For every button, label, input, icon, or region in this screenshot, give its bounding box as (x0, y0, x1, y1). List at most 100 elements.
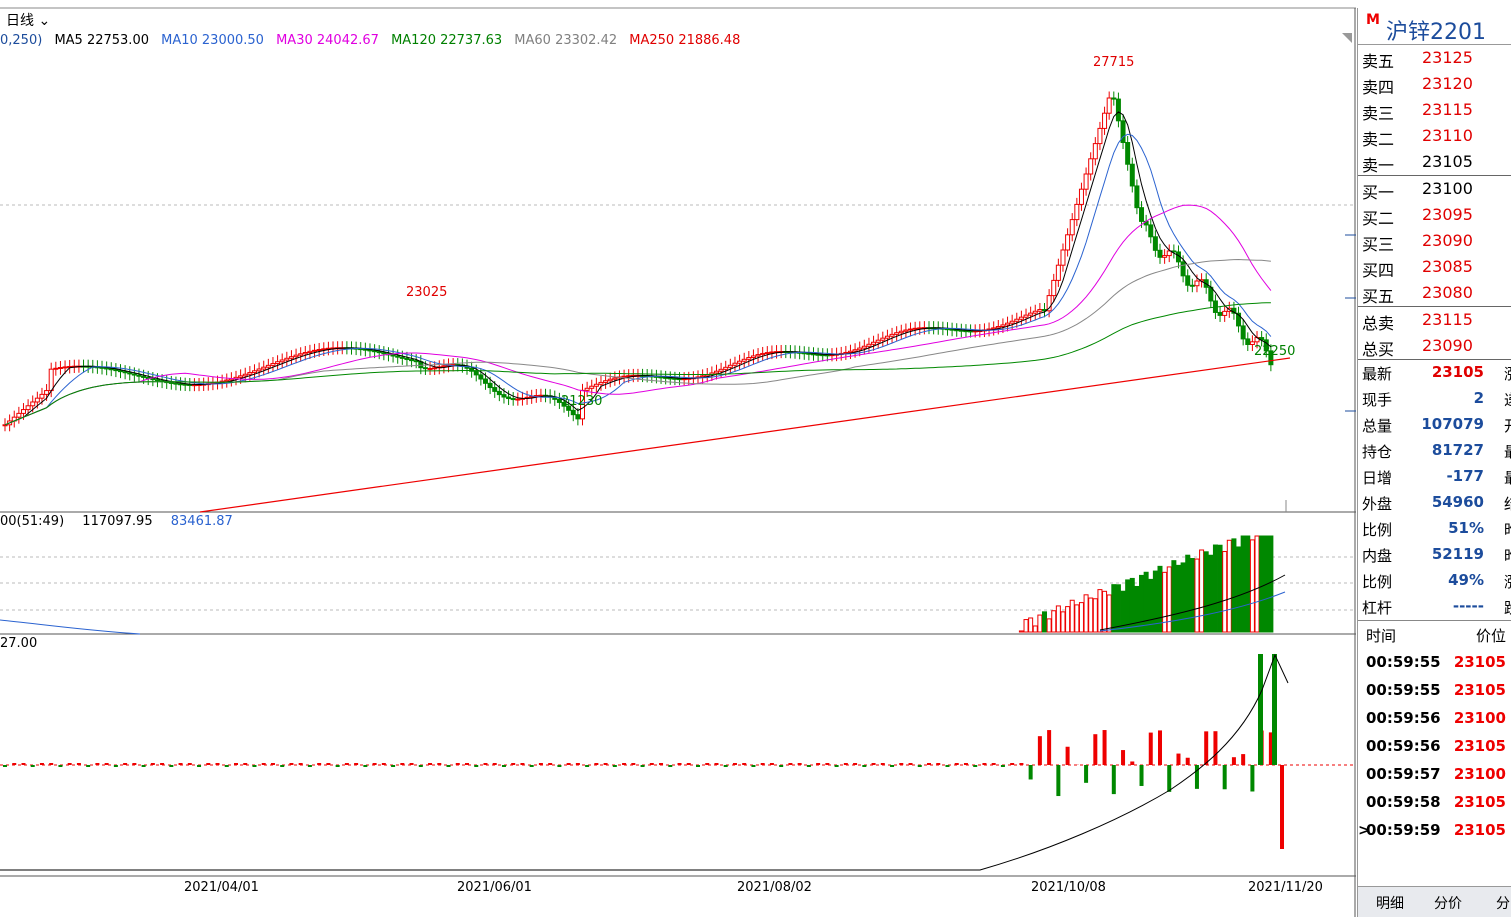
indicator-bar (806, 765, 811, 767)
bid-row[interactable]: 买五 23080 (1358, 280, 1511, 306)
candle-body (769, 351, 775, 354)
candle-body (861, 345, 867, 349)
chevron-down-icon: ⌄ (38, 13, 51, 29)
bid-row[interactable]: 买三 23090 (1358, 228, 1511, 254)
candle-body (261, 366, 267, 370)
stat-cut-label: 跌 (1504, 597, 1511, 618)
candle-body (1097, 127, 1103, 145)
candle-body (1051, 279, 1057, 297)
indicator-bar (113, 765, 118, 767)
ask-row[interactable]: 卖三 23115 (1358, 97, 1511, 123)
ask-label: 卖一 (1362, 156, 1395, 175)
high-price-label: 27715 (1093, 55, 1135, 70)
candle-body (815, 353, 821, 356)
candle-body (1240, 325, 1246, 340)
candle-body (1106, 97, 1112, 114)
tick-time: 00:59:58 (1366, 793, 1441, 811)
tick-price: 23100 (1453, 765, 1506, 783)
date-label: 2021/10/08 (1031, 880, 1106, 895)
bid-row[interactable]: 买一 23100 (1358, 176, 1511, 202)
indicator-bar (363, 765, 368, 767)
tab-detail[interactable]: 明细 (1376, 893, 1404, 913)
volume-bar (1185, 554, 1191, 633)
ask-row[interactable]: 卖五 23125 (1358, 45, 1511, 71)
volume-bar (1097, 589, 1103, 633)
candle-body (395, 355, 401, 358)
stat-value: 2 (1473, 389, 1484, 407)
candle-body (612, 377, 618, 380)
indicator-bar (49, 763, 54, 765)
indicator-bar (104, 763, 109, 765)
ask-label: 卖三 (1362, 104, 1395, 123)
bid-row[interactable]: 买四 23085 (1358, 254, 1511, 280)
stat-label: 总量 (1362, 417, 1393, 435)
period-label: 日线 (6, 13, 34, 29)
ma30-value: MA30 24042.67 (276, 33, 379, 48)
candle-body (427, 367, 433, 370)
candle-body (727, 364, 733, 368)
indicator-bar (1241, 754, 1246, 765)
indicator-bar (1111, 765, 1116, 795)
indicator-bar (1121, 750, 1126, 765)
candle-body (1069, 219, 1075, 236)
candle-body (723, 366, 729, 370)
tab-price-dist[interactable]: 分价 (1434, 893, 1462, 913)
candle-body (1157, 249, 1163, 258)
indicator-bar (825, 763, 830, 765)
kline-chart-canvas[interactable] (0, 0, 1356, 917)
bid-row[interactable]: 买二 23095 (1358, 202, 1511, 228)
tick-time-header: 时间 (1366, 627, 1397, 645)
candle-body (589, 385, 595, 389)
candle-body (242, 373, 248, 377)
candle-body (1028, 312, 1034, 316)
candle-body (381, 352, 387, 355)
indicator-bar (936, 763, 941, 765)
candle-body (247, 372, 253, 375)
total-ask-price: 23115 (1422, 310, 1473, 329)
candle-body (510, 398, 516, 401)
ask-row[interactable]: 卖四 23120 (1358, 71, 1511, 97)
ask-row[interactable]: 卖一 23105 (1358, 149, 1511, 175)
candle-body (122, 371, 128, 374)
ask-row[interactable]: 卖二 23110 (1358, 123, 1511, 149)
volume-bar (1046, 618, 1052, 633)
indicator-label: 27.00 (0, 636, 38, 651)
ma60-value: MA60 23302.42 (514, 33, 618, 48)
candle-body (432, 367, 438, 370)
candle-body (584, 387, 590, 391)
stat-value: 52119 (1431, 545, 1484, 563)
tick-price: 23100 (1453, 709, 1506, 727)
indicator-bar (816, 763, 821, 765)
candle-body (131, 373, 137, 376)
indicator-bar (215, 763, 220, 765)
candle-body (487, 382, 493, 389)
candle-body (141, 375, 147, 378)
indicator-bar (76, 763, 81, 765)
candle-body (413, 360, 419, 363)
candle-body (903, 329, 909, 332)
candle-body (1055, 264, 1061, 281)
kline-chart-area[interactable]: 日线 ⌄ 0,250) MA5 22753.00 MA10 23000.50 M… (0, 0, 1356, 917)
candle-body (1129, 163, 1135, 187)
indicator-bar (30, 765, 35, 767)
indicator-bar (1185, 757, 1190, 765)
candle-body (1014, 318, 1020, 322)
indicator-bar (612, 765, 617, 767)
indicator-bar (446, 765, 451, 767)
indicator-bar (751, 765, 756, 767)
volume-bar (1268, 535, 1274, 633)
tab-more[interactable]: 分 (1496, 893, 1510, 913)
volume-bar (1111, 584, 1117, 633)
candle-body (570, 409, 576, 416)
volume-bar (1194, 558, 1200, 633)
tick-list[interactable]: 00:59:55 23105 00:59:55 23105 00:59:56 2310… (1358, 649, 1511, 845)
indicator-bar (12, 763, 17, 765)
contract-title[interactable]: 沪锌2201 (1386, 14, 1486, 46)
candle-body (173, 382, 179, 385)
bid-label: 买五 (1362, 287, 1395, 306)
candle-body (1134, 185, 1140, 209)
period-selector[interactable]: 日线 ⌄ (6, 10, 50, 30)
candle-body (880, 337, 886, 341)
volume-bar (1055, 605, 1061, 633)
tick-price: 23105 (1453, 821, 1506, 839)
